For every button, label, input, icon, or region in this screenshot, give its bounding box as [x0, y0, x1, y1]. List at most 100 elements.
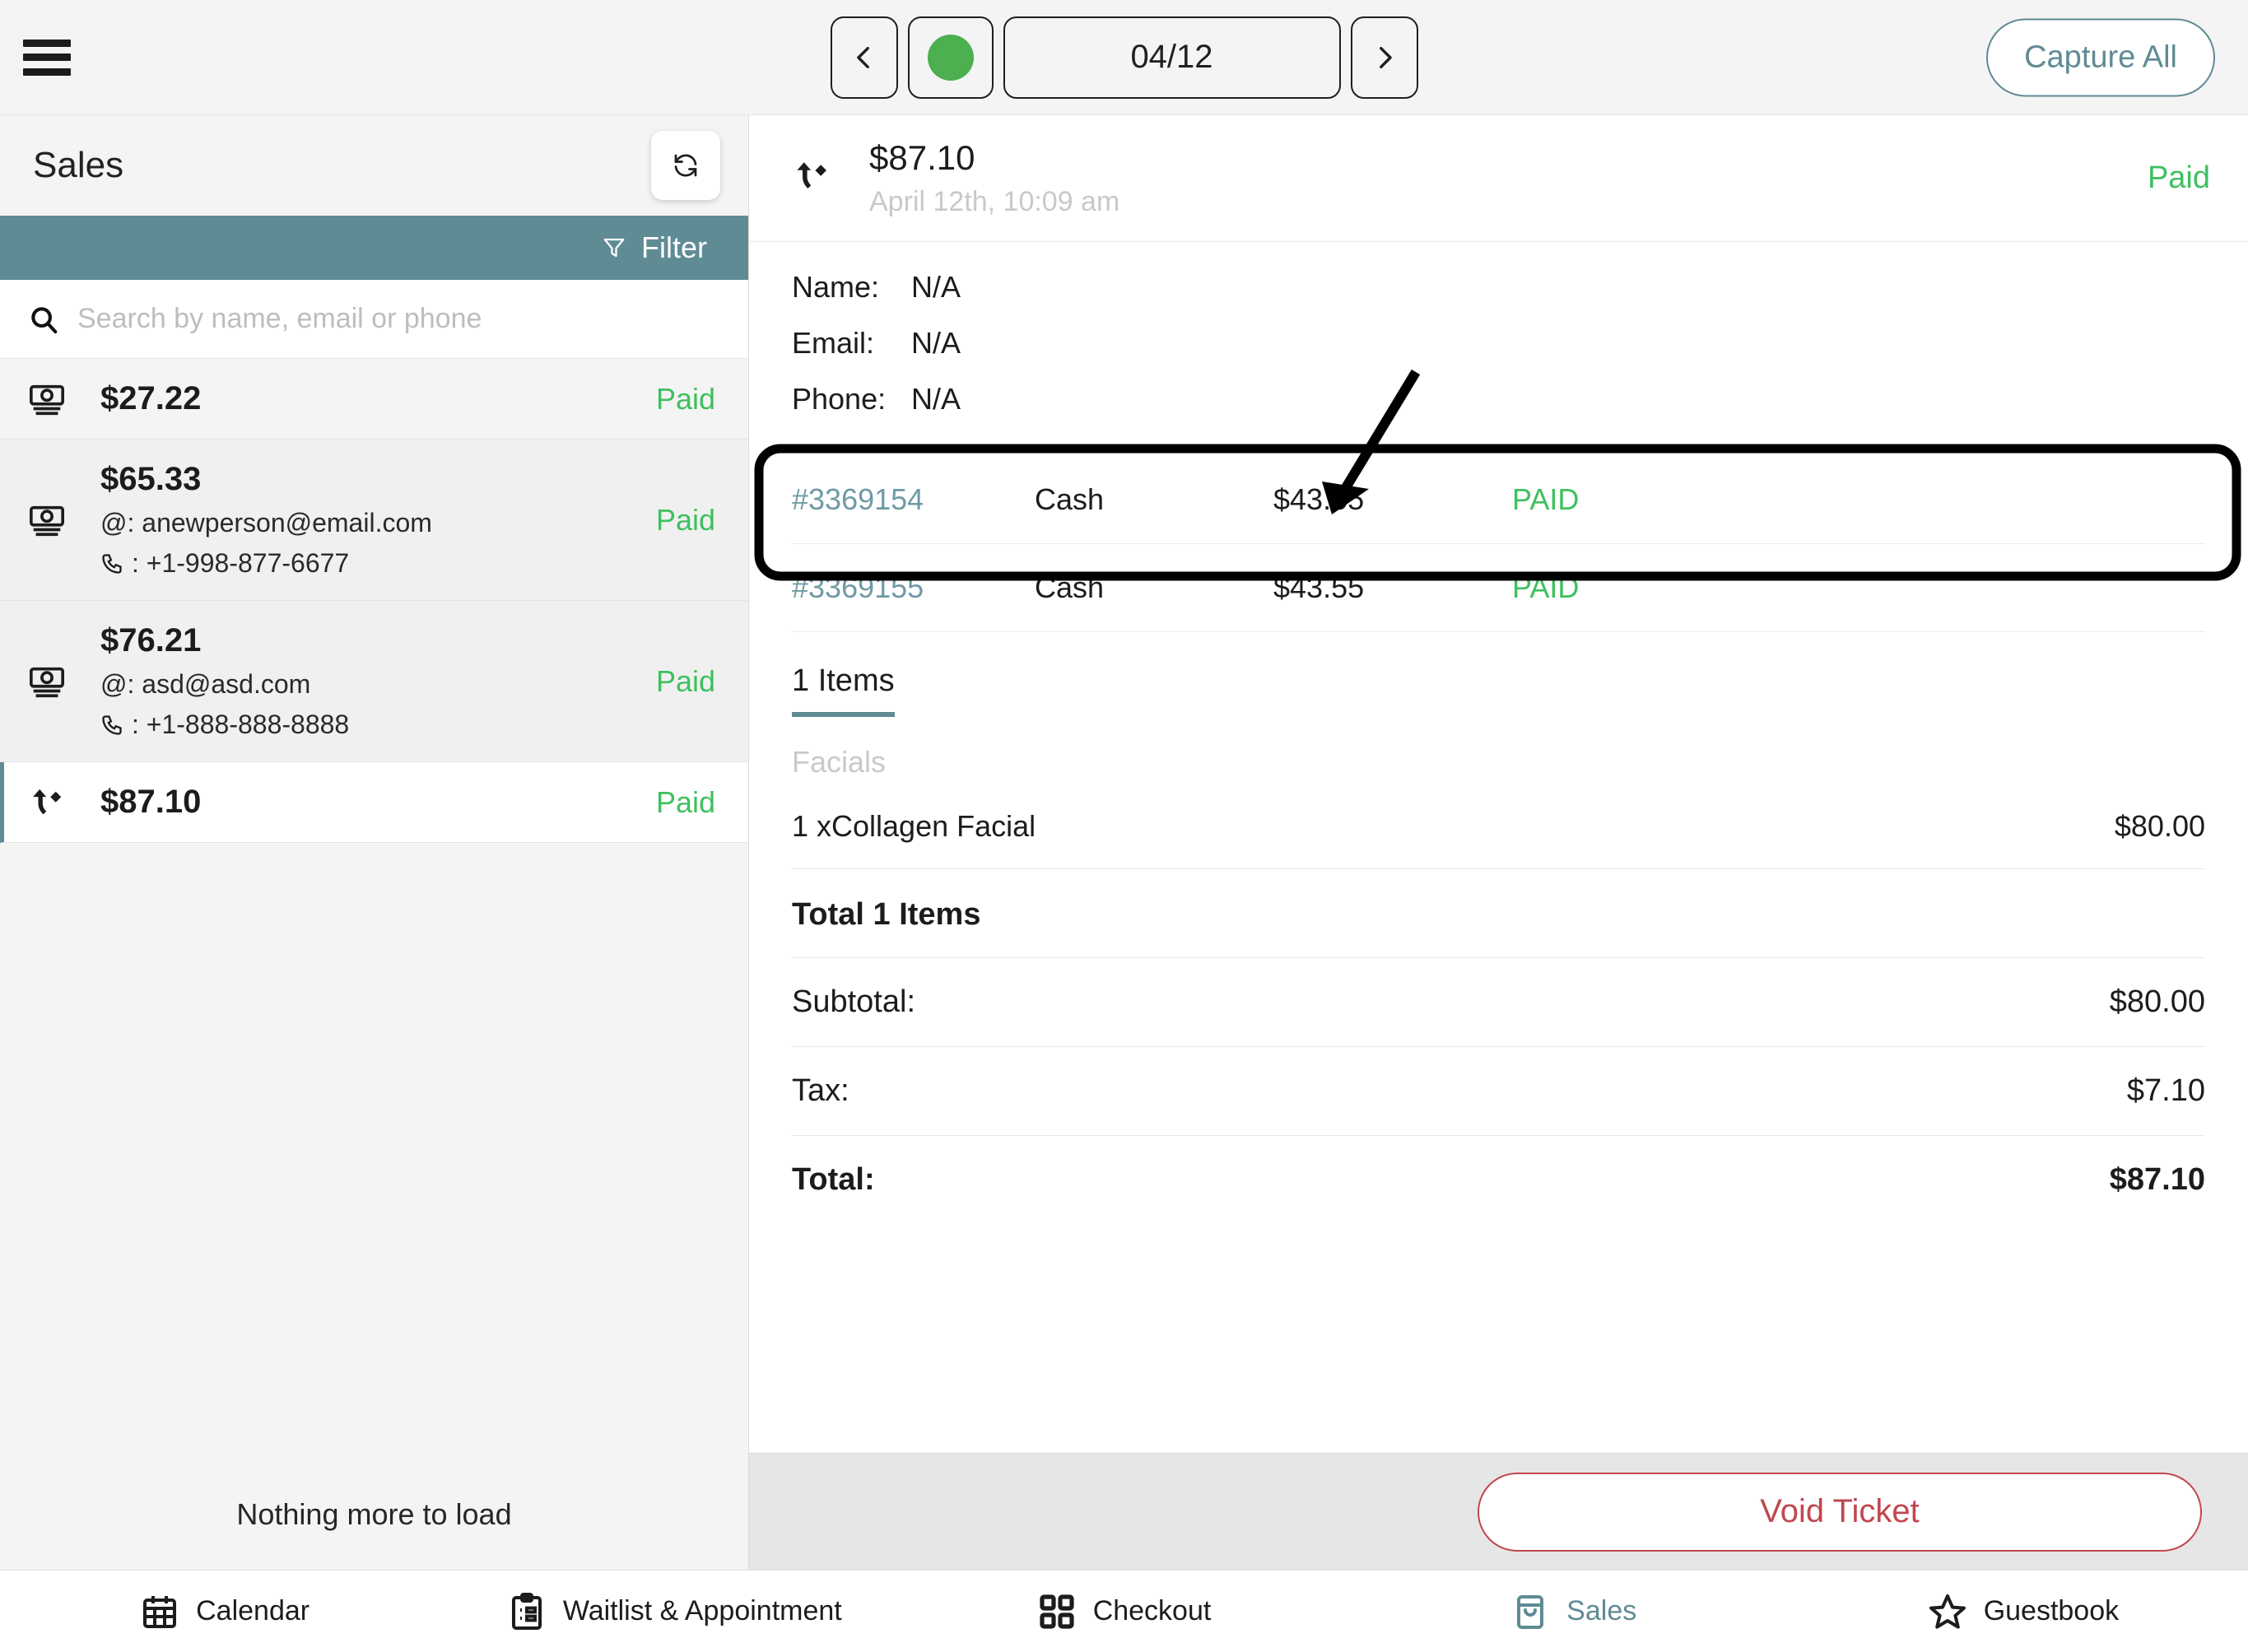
list-item[interactable]: $65.33 @: anewperson@email.com : +1-998-… [0, 440, 748, 601]
items-section: 1 Items Facials 1 xCollagen Facial $80.0… [749, 632, 2248, 1224]
list-item-phone: : +1-888-888-8888 [100, 710, 656, 740]
nav-item-checkout[interactable]: Checkout [899, 1592, 1348, 1631]
list-item[interactable]: $27.22 Paid [0, 359, 748, 440]
payment-method: Cash [1035, 482, 1105, 516]
payment-state: PAID [1512, 570, 1580, 604]
contact-label: Phone: [792, 382, 887, 416]
previous-day-button[interactable] [830, 16, 898, 99]
list-item-email: @: anewperson@email.com [100, 508, 656, 538]
contact-label: Name: [792, 270, 880, 304]
sidebar-header: Sales [0, 115, 748, 216]
payments-table: #3369154 Cash $43.55 PAID #3369155 Cash … [749, 456, 2248, 632]
chevron-right-icon [1379, 46, 1392, 68]
payment-id-link[interactable]: #3369155 [792, 570, 1035, 605]
capture-all-button[interactable]: Capture All [1986, 18, 2215, 96]
filter-label: Filter [641, 230, 707, 264]
nav-item-sales[interactable]: Sales [1349, 1592, 1799, 1631]
contact-row-phone: Phone: N/A [792, 382, 2205, 416]
ticket-header-main: $87.10 April 12th, 10:09 am [843, 138, 2148, 218]
refresh-icon [674, 154, 697, 177]
list-item-selected[interactable]: $87.10 Paid [0, 762, 748, 843]
list-item-email: @: asd@asd.com [100, 669, 656, 700]
nav-item-label: Waitlist & Appointment [562, 1595, 842, 1626]
list-item-phone-text: : +1-998-877-6677 [132, 548, 350, 578]
tab-items[interactable]: 1 Items [792, 663, 895, 717]
refresh-button[interactable] [651, 131, 720, 200]
today-status-button[interactable] [907, 16, 994, 99]
filter-icon [603, 238, 625, 258]
list-item-amount: $87.10 [100, 784, 202, 820]
status-badge: Paid [655, 784, 715, 819]
nav-item-label: Calendar [196, 1595, 310, 1626]
ticket-amount: $87.10 [869, 138, 975, 177]
summary-row-tax: Tax: $7.10 [792, 1047, 2205, 1136]
hamburger-bar [23, 54, 71, 61]
ticket-detail-scroll[interactable]: $87.10 April 12th, 10:09 am Paid Name: N… [749, 115, 2248, 1453]
list-item-phone: : +1-998-877-6677 [100, 548, 656, 579]
nav-item-guestbook[interactable]: Guestbook [1799, 1592, 2248, 1631]
cash-icon [21, 501, 72, 539]
contact-value: N/A [911, 382, 961, 416]
summary-label: Total: [792, 1162, 875, 1197]
star-icon [1929, 1594, 1966, 1629]
pos-app-window: 04/12 Capture All Sales Filter Search by… [0, 0, 2248, 1652]
cash-icon [21, 663, 72, 700]
list-item-phone-text: : +1-888-888-8888 [132, 710, 350, 739]
payment-amount: $43.55 [1273, 570, 1365, 604]
chevron-left-icon [856, 46, 869, 68]
search-input[interactable] [77, 303, 720, 335]
contact-value: N/A [911, 270, 961, 304]
filter-bar[interactable]: Filter [0, 216, 748, 280]
nav-item-calendar[interactable]: Calendar [0, 1592, 449, 1631]
phone-icon [102, 714, 122, 735]
shopping-bag-icon [1517, 1594, 1544, 1629]
nav-item-label: Sales [1566, 1595, 1637, 1626]
ticket-action-bar: Void Ticket [749, 1453, 2248, 1570]
list-item-content: $87.10 [72, 762, 656, 842]
date-navigator: 04/12 [830, 16, 1418, 99]
list-item-email-text: @: anewperson@email.com [100, 508, 432, 537]
summary-value: $87.10 [2109, 1162, 2205, 1197]
line-item: 1 xCollagen Facial $80.00 [792, 788, 2205, 869]
nav-item-label: Guestbook [1983, 1595, 2120, 1626]
search-icon [31, 306, 58, 333]
contact-value: N/A [911, 326, 961, 360]
list-item-amount: $27.22 [100, 380, 202, 416]
payment-amount: $43.55 [1273, 482, 1365, 516]
split-payment-icon [792, 156, 843, 200]
list-item-content: $76.21 @: asd@asd.com : +1-888-888-8888 [72, 601, 656, 761]
calendar-icon [143, 1595, 177, 1628]
summary-value: $80.00 [2109, 984, 2205, 1019]
summary-value: $7.10 [2126, 1073, 2205, 1108]
list-item[interactable]: $76.21 @: asd@asd.com : +1-888-888-8888 … [0, 601, 748, 762]
nav-item-label: Checkout [1092, 1595, 1212, 1626]
payment-row[interactable]: #3369155 Cash $43.55 PAID [792, 544, 2205, 632]
void-ticket-button[interactable]: Void Ticket [1478, 1472, 2202, 1552]
bottom-navigation: Calendar Waitlist & Appointment Checkout [0, 1570, 2248, 1652]
ticket-detail-pane: $87.10 April 12th, 10:09 am Paid Name: N… [749, 115, 2248, 1570]
grid-squares-icon [1040, 1594, 1074, 1629]
line-item-name: 1 xCollagen Facial [792, 809, 1036, 843]
phone-icon [102, 553, 122, 574]
hamburger-bar [23, 39, 71, 47]
hamburger-bar [23, 67, 71, 76]
summary-label: Subtotal: [792, 984, 915, 1019]
list-item-amount: $65.33 [100, 461, 202, 497]
payment-id-link[interactable]: #3369154 [792, 482, 1035, 517]
ticket-datetime: April 12th, 10:09 am [869, 186, 1120, 217]
list-item-content: $27.22 [72, 359, 656, 439]
date-field[interactable]: 04/12 [1003, 16, 1341, 99]
cash-icon [21, 380, 72, 418]
list-footer-text: Nothing more to load [0, 1468, 748, 1570]
total-items-label: Total 1 Items [792, 869, 2205, 958]
search-row [0, 280, 748, 359]
payment-row[interactable]: #3369154 Cash $43.55 PAID [792, 456, 2205, 544]
nav-item-waitlist-appointment[interactable]: Waitlist & Appointment [449, 1592, 899, 1631]
sales-list: $27.22 Paid $65.33 @: anewperson@email.c… [0, 359, 748, 1468]
status-badge: Paid [655, 502, 715, 537]
hamburger-menu-icon[interactable] [23, 39, 71, 76]
summary-label: Tax: [792, 1073, 849, 1108]
next-day-button[interactable] [1350, 16, 1418, 99]
clipboard-list-icon [511, 1592, 542, 1630]
list-item-email-text: @: asd@asd.com [100, 669, 311, 699]
